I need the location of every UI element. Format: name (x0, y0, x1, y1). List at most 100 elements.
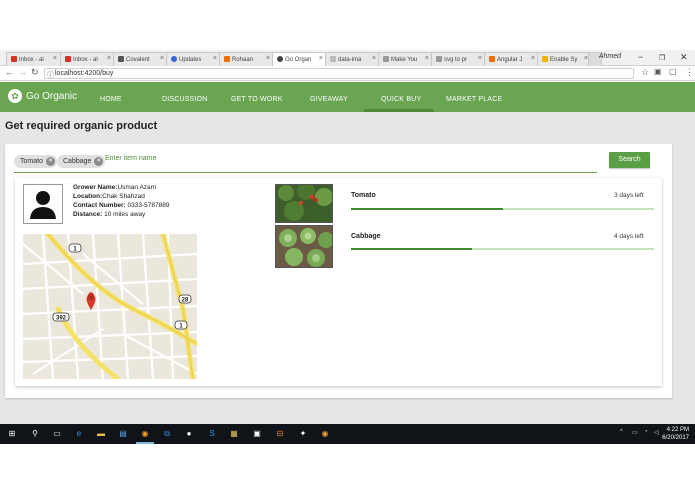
task-view-icon[interactable]: ▭ (51, 428, 63, 440)
close-tab-icon[interactable]: × (319, 55, 323, 62)
info-icon: ⓘ (47, 72, 54, 79)
grower-location: Location:Chak Shahzad (73, 193, 145, 200)
chrome-icon[interactable]: ◉ (319, 428, 331, 440)
maximize-icon[interactable]: ❐ (659, 54, 665, 62)
image-icon (436, 56, 442, 62)
extension-icon[interactable]: ▣ (654, 67, 662, 76)
gitlab-icon (224, 56, 230, 62)
calculator-icon[interactable]: ⊟ (274, 428, 286, 440)
app-icon[interactable]: ✦ (297, 428, 309, 440)
github-icon[interactable]: ● (183, 428, 195, 440)
files-icon[interactable]: ▦ (228, 428, 240, 440)
days-left-tomato: 3 days left (614, 192, 644, 199)
battery-icon[interactable]: ▭ (632, 429, 638, 436)
bookmark-icon (542, 56, 548, 62)
leaf-logo-icon[interactable]: ✿ (8, 89, 22, 103)
close-window-icon[interactable]: ✕ (680, 52, 688, 63)
browser-tab[interactable]: Covalent × (113, 52, 168, 66)
close-tab-icon[interactable]: × (213, 55, 217, 62)
browser-tab[interactable]: data-ima × (325, 52, 380, 66)
nav-get-to-work[interactable]: GET TO WORK (231, 96, 283, 103)
remove-chip-icon[interactable]: ✕ (94, 157, 104, 166)
browser-tab[interactable]: Make You × (378, 52, 433, 66)
tray-arrow-icon[interactable]: ^ (620, 429, 623, 435)
chip-cabbage[interactable]: Cabbage ✕ (57, 155, 106, 168)
network-icon[interactable]: ◔ (644, 429, 648, 435)
globe-icon (171, 56, 177, 62)
close-tab-icon[interactable]: × (160, 55, 164, 62)
url-field[interactable]: ⓘ localhost:4200/buy (44, 68, 634, 79)
gmail-icon (65, 56, 71, 62)
app-logo-text[interactable]: Go Organic (26, 91, 77, 102)
close-tab-icon[interactable]: × (372, 55, 376, 62)
browser-tab[interactable]: Angular J × (484, 52, 539, 66)
windows-start-icon[interactable]: ⊞ (6, 428, 18, 440)
road-shield-label: 28 (182, 298, 189, 304)
page-title: Get required organic product (5, 120, 158, 132)
tomato-image (275, 184, 333, 223)
product-name-tomato: Tomato (351, 192, 376, 199)
progress-fill (351, 248, 473, 250)
address-bar-row: ← → ↻ ⓘ localhost:4200/buy ☆ ▣ ▢ ⋮ (0, 66, 695, 81)
app-header: ✿ Go Organic HOME DISCUSSION GET TO WORK… (0, 82, 695, 112)
close-tab-icon[interactable]: × (53, 55, 57, 62)
browser-profile[interactable]: Ahmed (599, 53, 621, 60)
nav-giveaway[interactable]: GIVEAWAY (310, 96, 348, 103)
browser-tab[interactable]: Rohaan × (219, 52, 274, 66)
chrome-icon[interactable]: ◉ (139, 428, 151, 440)
nav-home[interactable]: HOME (100, 96, 122, 103)
browser-tab[interactable]: Inbox - al × (60, 52, 115, 66)
store-icon[interactable]: ▤ (117, 428, 129, 440)
browser-tab-strip: Inbox - al × Inbox - al × Covalent × Update… (0, 50, 695, 66)
skype-icon[interactable]: S (206, 428, 218, 440)
volume-icon[interactable]: ◁ (654, 429, 659, 436)
taskbar-clock[interactable]: 4:22 PM 6/20/2017 (662, 426, 689, 442)
back-icon[interactable]: ← (5, 67, 14, 77)
progress-fill (351, 208, 503, 210)
progress-bar-tomato (351, 208, 654, 210)
user-silhouette-icon (30, 191, 56, 219)
nav-market-place[interactable]: MARKET PLACE (446, 96, 502, 103)
browser-tab[interactable]: svg to pr × (431, 52, 486, 66)
browser-tab[interactable]: Enable Sy × (537, 52, 592, 66)
folder-icon[interactable]: ▬ (95, 428, 107, 440)
browser-tab-active[interactable]: Go Organ × (272, 52, 327, 66)
nav-discussion[interactable]: DISCUSSION (162, 96, 208, 103)
terminal-icon[interactable]: ▣ (251, 428, 263, 440)
close-tab-icon[interactable]: × (107, 55, 111, 62)
road-shield-label: 392 (56, 316, 67, 322)
cabbage-field-picture (276, 226, 332, 267)
close-tab-icon[interactable]: × (531, 55, 535, 62)
location-map[interactable]: 1 28 1 392 (23, 234, 197, 379)
gmail-icon (11, 56, 17, 62)
edge-icon[interactable]: e (73, 428, 85, 440)
close-tab-icon[interactable]: × (425, 55, 429, 62)
nav-quick-buy[interactable]: QUICK BUY (381, 96, 421, 103)
grower-contact: Contact Number: 0333-5787889 (73, 202, 170, 209)
bookmark-star-icon[interactable]: ☆ (641, 67, 649, 78)
below-screen-area (0, 444, 695, 494)
close-tab-icon[interactable]: × (266, 55, 270, 62)
reload-icon[interactable]: ↻ (31, 67, 39, 78)
close-tab-icon[interactable]: × (478, 55, 482, 62)
search-icon[interactable]: ⚲ (29, 428, 41, 440)
minimize-icon[interactable]: − (638, 52, 643, 62)
chip-tomato[interactable]: Tomato ✕ (14, 155, 57, 168)
vscode-icon[interactable]: ⧉ (161, 428, 173, 440)
forward-icon[interactable]: → (18, 67, 27, 77)
avatar (23, 184, 63, 224)
browser-tab[interactable]: Updates × (166, 52, 221, 66)
progress-bar-cabbage (351, 248, 654, 250)
os-taskbar: ⊞ ⚲ ▭ e ▬ ▤ ◉ ⧉ ● S ▦ ▣ ⊟ ✦ ◉ ^ ▭ ◔ ◁ 4:… (0, 424, 695, 444)
remove-chip-icon[interactable]: ✕ (45, 157, 55, 166)
search-button[interactable]: Search (609, 152, 650, 168)
angular-icon (489, 56, 495, 62)
browser-tab[interactable]: Inbox - al × (6, 52, 61, 66)
grower-name: Grower Name:Usman Azam (73, 184, 157, 191)
extension-icon[interactable]: ▢ (669, 67, 677, 76)
days-left-cabbage: 4 days left (614, 233, 644, 240)
tomato-plant-picture (276, 185, 332, 222)
search-input[interactable]: Enter item name (105, 155, 595, 168)
menu-dots-icon[interactable]: ⋮ (685, 67, 694, 78)
app-favicon-icon (277, 56, 283, 62)
